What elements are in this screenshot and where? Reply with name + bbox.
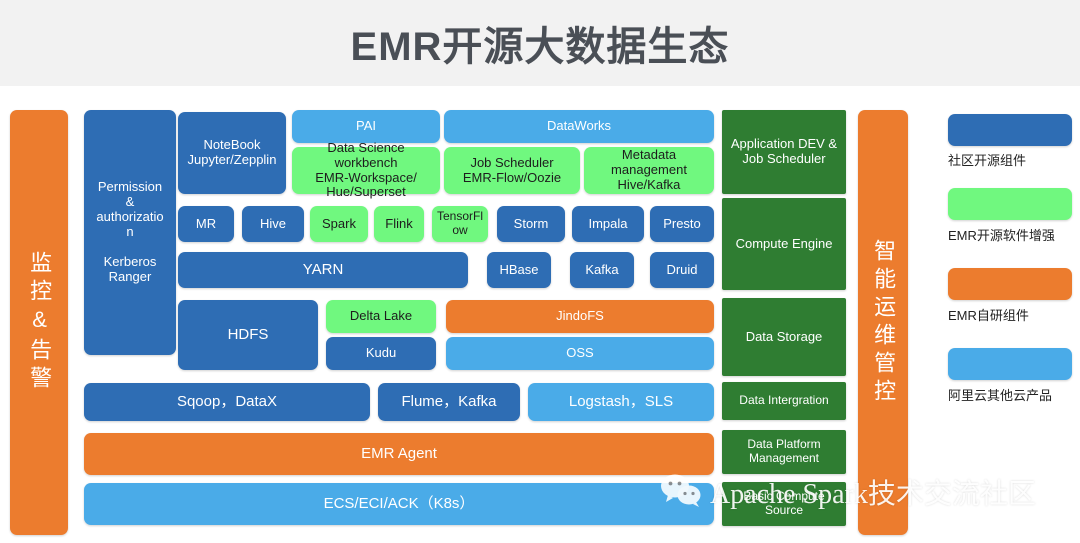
monitoring-alerting-bar: 监控&告警 (10, 110, 68, 535)
layer-data-storage: Data Storage (722, 298, 846, 376)
legend-label-aliyun-other-products: 阿里云其他云产品 (948, 388, 1053, 403)
layer-basic-compute-source: Basic Compute Source (722, 482, 846, 526)
legend-swatch-community-open-source (948, 114, 1072, 146)
page-title: EMR开源大数据生态 (350, 25, 730, 69)
slide-root: EMR开源大数据生态 监控&告警 Permission & authorizat… (0, 0, 1080, 543)
yarn-box[interactable]: YARN (178, 252, 468, 288)
metadata-management-box[interactable]: Metadata management Hive/Kafka (584, 147, 714, 194)
presto-box[interactable]: Presto (650, 206, 714, 242)
permission-authorization-box: Permission & authorizatio n Kerberos Ran… (84, 110, 176, 355)
dataworks-box[interactable]: DataWorks (444, 110, 714, 143)
legend-swatch-emr-proprietary (948, 268, 1072, 300)
legend-swatch-emr-enhanced (948, 188, 1072, 220)
layer-application-dev-job-scheduler: Application DEV & Job Scheduler (722, 110, 846, 194)
job-scheduler-box[interactable]: Job Scheduler EMR-Flow/Oozie (444, 147, 580, 194)
storm-box[interactable]: Storm (497, 206, 565, 242)
intelligent-ops-bar: 智能运维管控 (858, 110, 908, 535)
hdfs-box[interactable]: HDFS (178, 300, 318, 370)
kudu-box[interactable]: Kudu (326, 337, 436, 370)
legend-label-emr-enhanced: EMR开源软件增强 (948, 228, 1055, 243)
hive-box[interactable]: Hive (242, 206, 304, 242)
notebook-box[interactable]: NoteBook Jupyter/Zepplin (178, 112, 286, 194)
sqoop-datax-box[interactable]: Sqoop，DataX (84, 383, 370, 421)
layer-data-intergration: Data Intergration (722, 382, 846, 420)
header-band: EMR开源大数据生态 (0, 0, 1080, 86)
kafka-box[interactable]: Kafka (570, 252, 634, 288)
ecs-eci-ack-box[interactable]: ECS/ECI/ACK（K8s） (84, 483, 714, 525)
flume-kafka-box[interactable]: Flume，Kafka (378, 383, 520, 421)
legend-swatch-aliyun-other-products (948, 348, 1072, 380)
watermark: Apache Spark技术交流社区 (660, 472, 1036, 512)
pai-box[interactable]: PAI (292, 110, 440, 143)
emr-agent-box[interactable]: EMR Agent (84, 433, 714, 475)
hbase-box[interactable]: HBase (487, 252, 551, 288)
data-science-workbench-box[interactable]: Data Science workbench EMR-Workspace/ Hu… (292, 140, 440, 199)
legend-label-community-open-source: 社区开源组件 (948, 153, 1027, 168)
druid-box[interactable]: Druid (650, 252, 714, 288)
tensorflow-box[interactable]: TensorFl ow (432, 206, 488, 242)
spark-box[interactable]: Spark (310, 206, 368, 242)
mr-box[interactable]: MR (178, 206, 234, 242)
delta-lake-box[interactable]: Delta Lake (326, 300, 436, 333)
jindofs-box[interactable]: JindoFS (446, 300, 714, 333)
layer-data-platform-management: Data Platform Management (722, 430, 846, 474)
oss-box[interactable]: OSS (446, 337, 714, 370)
impala-box[interactable]: Impala (572, 206, 644, 242)
flink-box[interactable]: Flink (374, 206, 424, 242)
legend-label-emr-proprietary: EMR自研组件 (948, 308, 1029, 323)
logstash-sls-box[interactable]: Logstash，SLS (528, 383, 714, 421)
layer-compute-engine: Compute Engine (722, 198, 846, 290)
